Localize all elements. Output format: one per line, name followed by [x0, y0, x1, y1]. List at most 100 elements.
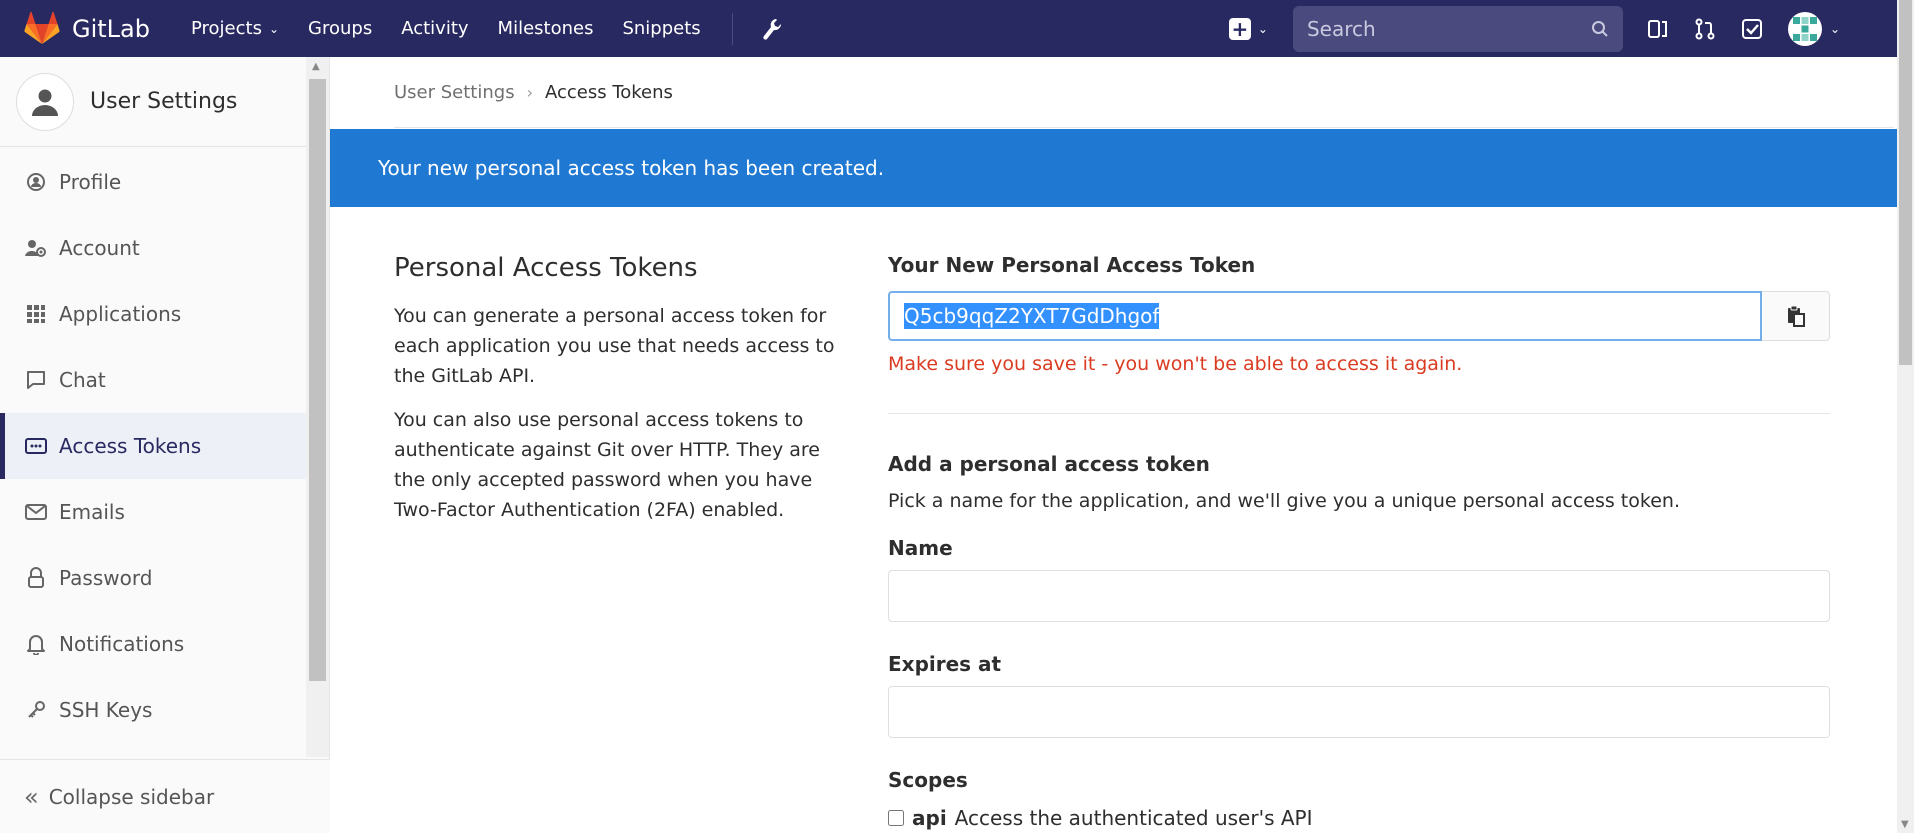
- clipboard-icon: [1787, 305, 1805, 327]
- add-token-heading: Add a personal access token: [888, 452, 1210, 476]
- breadcrumb-user-settings[interactable]: User Settings: [394, 82, 515, 103]
- token-name-input[interactable]: [888, 570, 1830, 622]
- wrench-icon: [763, 18, 781, 40]
- sidebar-item-label: SSH Keys: [59, 698, 153, 722]
- chevron-right-icon: ›: [526, 83, 533, 102]
- identicon-icon: [1792, 16, 1817, 41]
- new-dropdown-button[interactable]: + ⌄: [1228, 17, 1268, 40]
- breadcrumb-current: Access Tokens: [544, 82, 673, 103]
- new-token-label: Your New Personal Access Token: [888, 253, 1256, 277]
- nav-projects[interactable]: Projects ⌄: [191, 18, 279, 39]
- sidebar-item-notifications[interactable]: Notifications: [0, 611, 329, 677]
- scope-api-description: Access the authenticated user's API: [954, 806, 1313, 830]
- collapse-sidebar-label: Collapse sidebar: [48, 784, 215, 809]
- token-value[interactable]: Q5cb9qqZ2YXT7GdDhgof: [904, 303, 1160, 329]
- top-navbar: GitLab Projects ⌄ Groups Activity Milesto…: [0, 0, 1897, 57]
- sidebar-item-label: Access Tokens: [59, 434, 202, 458]
- lock-icon: [24, 566, 48, 590]
- profile-icon: [24, 170, 48, 194]
- sidebar-item-label: Password: [59, 566, 153, 590]
- page-scroll-thumb[interactable]: [1899, 0, 1912, 365]
- bell-icon: [24, 632, 48, 656]
- logo-text: GitLab: [72, 14, 150, 43]
- scroll-down-arrow-icon[interactable]: ▼: [1901, 819, 1909, 830]
- scopes-label: Scopes: [888, 768, 968, 792]
- search-icon: [1591, 20, 1608, 37]
- sidebar-item-applications[interactable]: Applications: [0, 281, 329, 347]
- settings-sidebar: User Settings Profile Account Applicatio…: [0, 57, 330, 833]
- new-token-field[interactable]: Q5cb9qqZ2YXT7GdDhgof: [888, 291, 1762, 341]
- todos-button[interactable]: [1741, 18, 1763, 40]
- name-label: Name: [888, 536, 953, 560]
- chevron-down-icon: ⌄: [1257, 21, 1268, 36]
- flash-message: Your new personal access token has been …: [378, 156, 885, 180]
- sidebar-item-label: Emails: [59, 500, 125, 524]
- sidebar-item-account[interactable]: Account: [0, 215, 329, 281]
- nav-snippets[interactable]: Snippets: [622, 18, 700, 39]
- sidebar-item-access-tokens[interactable]: Access Tokens: [0, 413, 329, 479]
- nav-groups-label: Groups: [308, 18, 373, 39]
- sidebar-item-label: Applications: [59, 302, 182, 326]
- sidebar-item-label: Profile: [59, 170, 122, 194]
- expires-at-input[interactable]: [888, 686, 1830, 738]
- sidebar-item-profile[interactable]: Profile: [0, 149, 329, 215]
- sidebar-item-chat[interactable]: Chat: [0, 347, 329, 413]
- todo-checkbox-icon: [1741, 18, 1762, 39]
- access-tokens-icon: [24, 434, 48, 458]
- nav-activity-label: Activity: [401, 18, 469, 39]
- chevron-down-icon: ⌄: [268, 21, 280, 36]
- expires-at-label: Expires at: [888, 652, 1002, 676]
- flash-notice: Your new personal access token has been …: [330, 129, 1897, 207]
- account-icon: [24, 236, 48, 260]
- page-scrollbar[interactable]: ▼: [1897, 0, 1914, 833]
- form-column: Your New Personal Access Token Q5cb9qqZ2…: [888, 253, 1830, 830]
- sidebar-menu: Profile Account Applications Chat Access…: [0, 147, 329, 743]
- collapse-sidebar-button[interactable]: « Collapse sidebar: [0, 759, 330, 833]
- save-token-warning: Make sure you save it - you won't be abl…: [888, 353, 1463, 375]
- gitlab-logo[interactable]: GitLab: [24, 11, 150, 47]
- avatar: [1787, 11, 1822, 46]
- gitlab-tanuki-icon: [24, 11, 60, 44]
- token-field-group: Q5cb9qqZ2YXT7GdDhgof: [888, 291, 1830, 341]
- applications-icon: [24, 302, 48, 326]
- section-divider: [888, 413, 1830, 414]
- nav-milestones[interactable]: Milestones: [498, 18, 594, 39]
- copy-token-button[interactable]: [1762, 291, 1830, 341]
- chevron-down-icon: ⌄: [1829, 21, 1840, 36]
- key-icon: [24, 698, 48, 722]
- nav-activity[interactable]: Activity: [401, 18, 468, 39]
- user-menu-button[interactable]: ⌄: [1787, 11, 1840, 46]
- nav-groups[interactable]: Groups: [308, 18, 372, 39]
- user-icon: [32, 89, 58, 116]
- sidebar-item-password[interactable]: Password: [0, 545, 329, 611]
- user-avatar: [16, 72, 74, 131]
- page-title: Personal Access Tokens: [394, 253, 698, 283]
- chat-icon: [24, 368, 48, 392]
- breadcrumb-divider: [394, 127, 1894, 128]
- scope-api-row: api Access the authenticated user's API: [888, 806, 1830, 830]
- sidebar-item-emails[interactable]: Emails: [0, 479, 329, 545]
- double-chevron-left-icon: «: [24, 782, 39, 811]
- sidebar-scrollbar[interactable]: ▲: [306, 57, 329, 757]
- sidebar-item-ssh-keys[interactable]: SSH Keys: [0, 677, 329, 743]
- search-input[interactable]: [1306, 16, 1591, 41]
- nav-milestones-label: Milestones: [497, 18, 594, 39]
- sidebar-item-label: Notifications: [59, 632, 185, 656]
- intro-paragraph-2: You can also use personal access tokens …: [394, 409, 820, 521]
- search-box[interactable]: [1292, 5, 1623, 52]
- admin-area-button[interactable]: [761, 17, 783, 41]
- nav-projects-label: Projects: [191, 18, 262, 39]
- merge-request-icon: [1695, 18, 1715, 39]
- sidebar-scroll-thumb[interactable]: [309, 79, 326, 681]
- main-content: User Settings › Access Tokens Your new p…: [330, 57, 1897, 833]
- scroll-up-arrow-icon[interactable]: ▲: [312, 61, 320, 72]
- intro-column: Personal Access Tokens You can generate …: [394, 253, 854, 539]
- scope-api-checkbox[interactable]: [888, 810, 904, 826]
- merge-requests-button[interactable]: [1694, 18, 1716, 40]
- sidebar-item-label: Chat: [59, 368, 106, 392]
- sidebar-header[interactable]: User Settings: [0, 57, 329, 147]
- email-icon: [24, 500, 48, 524]
- nav-divider: [731, 12, 733, 45]
- issues-button[interactable]: [1647, 18, 1669, 40]
- nav-snippets-label: Snippets: [622, 18, 701, 39]
